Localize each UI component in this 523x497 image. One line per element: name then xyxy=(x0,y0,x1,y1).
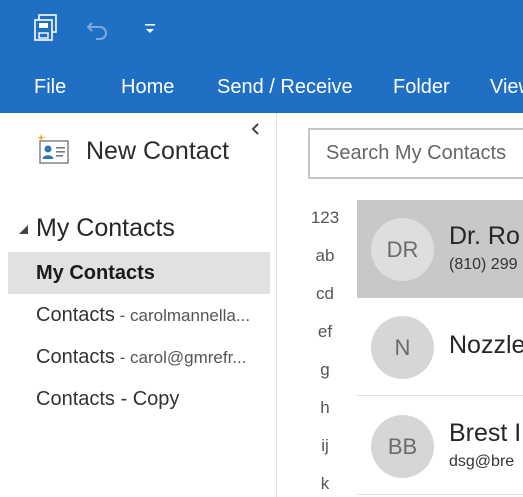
my-contacts-group[interactable]: My Contacts xyxy=(16,214,175,243)
save-all-icon[interactable] xyxy=(33,14,59,42)
undo-icon[interactable] xyxy=(84,14,112,42)
tab-file[interactable]: File xyxy=(34,62,66,113)
expand-triangle-icon xyxy=(19,224,28,234)
tab-home[interactable]: Home xyxy=(121,62,174,113)
ribbon-tabs: File Home Send / Receive Folder View xyxy=(0,62,523,113)
contact-card[interactable]: DR Dr. Ro (810) 299 xyxy=(357,200,523,298)
folder-label: Contacts xyxy=(36,346,115,368)
index-cd[interactable]: cd xyxy=(305,284,345,304)
folder-item-contacts-carol-gmrefr[interactable]: Contacts - carol@gmrefr... xyxy=(8,336,270,378)
title-bar xyxy=(0,0,523,62)
index-ab[interactable]: ab xyxy=(305,246,345,266)
index-k[interactable]: k xyxy=(305,474,345,494)
contact-name: Dr. Ro xyxy=(449,222,520,250)
search-box xyxy=(308,128,523,179)
folder-item-contacts-carolmannella[interactable]: Contacts - carolmannella... xyxy=(8,294,270,336)
contact-list: DR Dr. Ro (810) 299 N Nozzle BB Brest I … xyxy=(357,200,523,497)
folder-label: Contacts xyxy=(36,304,115,326)
folder-item-my-contacts[interactable]: My Contacts xyxy=(8,252,270,294)
search-input[interactable] xyxy=(310,130,523,177)
contact-card[interactable]: BB Brest I dsg@bre xyxy=(357,397,523,495)
contact-name: Nozzle xyxy=(449,331,523,359)
contact-card-icon xyxy=(37,133,69,164)
tab-send-receive[interactable]: Send / Receive xyxy=(217,62,353,113)
avatar: DR xyxy=(371,218,434,281)
contact-detail: dsg@bre xyxy=(449,453,515,470)
chevron-down-icon[interactable] xyxy=(141,14,159,42)
index-h[interactable]: h xyxy=(305,398,345,418)
index-g[interactable]: g xyxy=(305,360,345,380)
contact-card[interactable]: N Nozzle xyxy=(357,298,523,396)
new-contact-label: New Contact xyxy=(86,136,230,165)
tab-folder[interactable]: Folder xyxy=(393,62,450,113)
tab-view[interactable]: View xyxy=(490,62,523,113)
avatar: BB xyxy=(371,415,434,478)
folder-group-label: My Contacts xyxy=(36,214,175,242)
folder-account: - carol@gmrefr... xyxy=(114,348,247,367)
index-ij[interactable]: ij xyxy=(305,436,345,456)
folder-account: - carolmannella... xyxy=(114,306,251,325)
new-contact-button[interactable]: New Contact xyxy=(36,131,229,171)
contact-detail: (810) 299 xyxy=(449,256,518,273)
index-123[interactable]: 123 xyxy=(305,208,345,228)
folder-pane: New Contact My Contacts My Contacts Cont… xyxy=(0,113,277,497)
index-ef[interactable]: ef xyxy=(305,322,345,342)
avatar: N xyxy=(371,316,434,379)
folder-label: Contacts - Copy xyxy=(36,388,180,410)
contact-name: Brest I xyxy=(449,419,522,447)
folder-item-contacts-copy[interactable]: Contacts - Copy xyxy=(8,378,270,420)
collapse-pane-icon[interactable] xyxy=(247,121,263,137)
folder-label: My Contacts xyxy=(36,262,155,284)
